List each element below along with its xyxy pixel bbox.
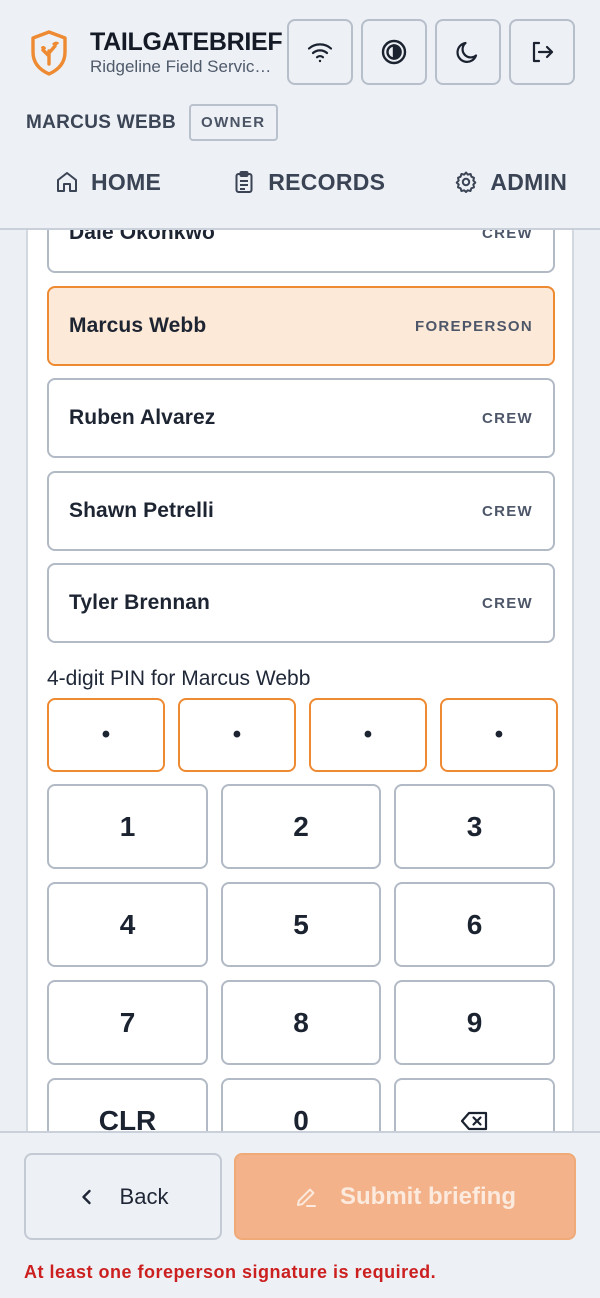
contrast-icon bbox=[381, 39, 407, 65]
crew-role: CREW bbox=[481, 230, 533, 242]
clipboard-icon bbox=[235, 171, 253, 193]
validation-error: At least one foreperson signature is req… bbox=[24, 1262, 437, 1282]
crew-item-ruben-alvarez[interactable]: Ruben Alvarez CREW bbox=[47, 378, 555, 458]
main-nav: HOME RECORDS ADMIN bbox=[0, 160, 600, 204]
crew-item-dale-okonkwo[interactable]: Dale Okonkwo CREW bbox=[47, 230, 555, 273]
key-2[interactable]: 2 bbox=[221, 784, 381, 869]
key-6[interactable]: 6 bbox=[394, 882, 555, 967]
role-badge: OWNER bbox=[189, 104, 278, 141]
gear-icon bbox=[456, 171, 477, 193]
home-icon bbox=[57, 172, 77, 192]
pin-digit-4: • bbox=[440, 698, 558, 772]
key-7[interactable]: 7 bbox=[47, 980, 208, 1065]
pencil-icon bbox=[297, 1188, 316, 1207]
key-8[interactable]: 8 bbox=[221, 980, 381, 1065]
logout-button[interactable] bbox=[509, 19, 575, 85]
key-clear[interactable]: CLR bbox=[47, 1078, 208, 1133]
chevron-left-icon bbox=[81, 1189, 91, 1204]
crew-role: FOREPERSON bbox=[414, 317, 533, 335]
pin-label: 4-digit PIN for Marcus Webb bbox=[47, 667, 311, 690]
crew-role: CREW bbox=[481, 409, 533, 427]
logout-icon bbox=[532, 41, 554, 63]
pin-digit-2: • bbox=[178, 698, 296, 772]
shield-logo-icon bbox=[31, 29, 67, 76]
crew-name: Ruben Alvarez bbox=[69, 406, 216, 429]
key-4[interactable]: 4 bbox=[47, 882, 208, 967]
submit-button-label: Submit briefing bbox=[340, 1182, 516, 1210]
user-info: MARCUS WEBB OWNER bbox=[26, 104, 278, 141]
nav-admin[interactable]: ADMIN bbox=[454, 160, 567, 204]
moon-icon bbox=[456, 41, 478, 63]
pin-digit-1: • bbox=[47, 698, 165, 772]
nav-home[interactable]: HOME bbox=[55, 160, 161, 204]
crew-name: Dale Okonkwo bbox=[69, 230, 215, 244]
crew-role: CREW bbox=[481, 594, 533, 612]
app-subtitle: Ridgeline Field Services bbox=[90, 57, 272, 76]
pin-display: • • • • bbox=[47, 698, 558, 772]
crew-name: Shawn Petrelli bbox=[69, 499, 214, 522]
nav-home-label: HOME bbox=[91, 168, 162, 195]
back-button[interactable]: Back bbox=[24, 1153, 222, 1240]
user-name: MARCUS WEBB bbox=[26, 111, 177, 133]
crew-item-tyler-brennan[interactable]: Tyler Brennan CREW bbox=[47, 563, 555, 643]
crew-name: Tyler Brennan bbox=[69, 591, 210, 614]
brand: TAILGATEBRIEF Ridgeline Field Services bbox=[28, 28, 283, 77]
key-3[interactable]: 3 bbox=[394, 784, 555, 869]
key-5[interactable]: 5 bbox=[221, 882, 381, 967]
nav-admin-label: ADMIN bbox=[490, 168, 568, 195]
key-1[interactable]: 1 bbox=[47, 784, 208, 869]
crew-role: CREW bbox=[481, 502, 533, 520]
app-title: TAILGATEBRIEF bbox=[90, 28, 283, 56]
key-backspace[interactable] bbox=[394, 1078, 555, 1133]
back-button-label: Back bbox=[119, 1183, 169, 1209]
briefing-signoff-panel[interactable]: Dale Okonkwo CREW Marcus Webb FOREPERSON… bbox=[26, 230, 574, 1133]
crew-name: Marcus Webb bbox=[69, 314, 207, 337]
submit-briefing-button[interactable]: Submit briefing bbox=[234, 1153, 576, 1240]
key-9[interactable]: 9 bbox=[394, 980, 555, 1065]
nav-records-label: RECORDS bbox=[268, 168, 386, 195]
dark-mode-button[interactable] bbox=[435, 19, 501, 85]
nav-records[interactable]: RECORDS bbox=[232, 160, 385, 204]
app-header: TAILGATEBRIEF Ridgeline Field Services M… bbox=[0, 0, 600, 230]
backspace-icon bbox=[460, 1111, 487, 1130]
wifi-icon bbox=[307, 43, 333, 63]
crew-item-shawn-petrelli[interactable]: Shawn Petrelli CREW bbox=[47, 471, 555, 551]
action-footer: Back Submit briefing At least one forepe… bbox=[0, 1131, 600, 1298]
crew-item-marcus-webb[interactable]: Marcus Webb FOREPERSON bbox=[47, 286, 555, 366]
key-0[interactable]: 0 bbox=[221, 1078, 381, 1133]
contrast-button[interactable] bbox=[361, 19, 427, 85]
connectivity-button[interactable] bbox=[287, 19, 353, 85]
pin-digit-3: • bbox=[309, 698, 427, 772]
pin-keypad: 1 2 3 4 5 6 7 8 9 CLR 0 bbox=[47, 784, 555, 1133]
